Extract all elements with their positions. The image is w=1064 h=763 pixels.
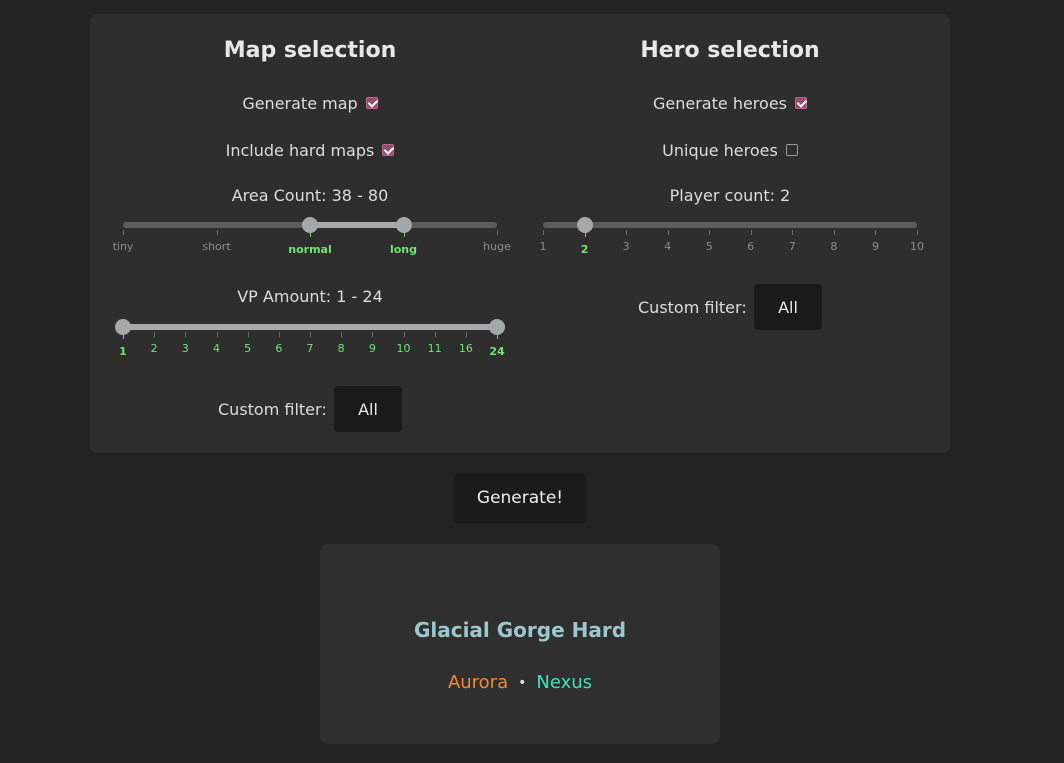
vp-amount-tick-label: 7 (306, 342, 314, 355)
vp-amount-label: VP Amount: 1 - 24 (237, 287, 383, 306)
generate-map-label: Generate map (242, 94, 358, 113)
vp-amount-tick-label: 3 (181, 342, 189, 355)
vp-amount-tick-label: 4 (213, 342, 220, 355)
player-count-tick-label: 7 (788, 240, 796, 253)
hero-selection-heading: Hero selection (640, 38, 820, 63)
unique-heroes-label: Unique heroes (662, 141, 778, 160)
player-count-tick (833, 230, 835, 235)
area-count-tick-label: huge (483, 240, 511, 253)
player-count-tick-label: 6 (747, 240, 755, 253)
result-heroes: Aurora • Nexus (320, 672, 720, 693)
player-count-tick-label: 2 (580, 243, 589, 256)
vp-amount-tick-label: 5 (244, 342, 252, 355)
generate-heroes-option[interactable]: Generate heroes (510, 93, 950, 113)
vp-amount-tick-label: 16 (458, 342, 473, 355)
vp-amount-tick-label: 1 (119, 345, 127, 358)
player-count-tick-label: 10 (910, 240, 924, 253)
area-count-range-fill (310, 222, 404, 228)
area-count-tick-label: tiny (112, 240, 134, 253)
vp-amount-range-fill (123, 324, 497, 330)
vp-amount-tick (341, 332, 343, 337)
include-hard-maps-label: Include hard maps (225, 141, 375, 160)
vp-amount-tick-label: 24 (489, 345, 505, 358)
player-count-handle[interactable] (576, 217, 593, 233)
player-count-track[interactable] (543, 222, 917, 228)
generate-map-option[interactable]: Generate map (90, 93, 530, 113)
area-count-max-handle[interactable] (395, 217, 412, 233)
result-card: Glacial Gorge Hard Aurora • Nexus (320, 544, 720, 744)
settings-panel: Map selection Generate map Include hard … (90, 14, 950, 453)
hero-selection-section: Hero selection Generate heroes Unique he… (530, 14, 950, 453)
generate-heroes-checkbox[interactable] (795, 96, 807, 109)
result-hero-1: Aurora (447, 672, 509, 693)
generate-heroes-label: Generate heroes (653, 94, 787, 113)
vp-amount-tick (216, 332, 218, 337)
vp-amount-max-handle[interactable] (489, 319, 505, 335)
vp-amount-tick (310, 332, 311, 337)
player-count-tick-label: 3 (622, 240, 630, 253)
player-count-tick-label: 5 (705, 240, 713, 253)
map-selection-heading: Map selection (223, 38, 397, 63)
player-count-tick (875, 230, 877, 235)
area-count-min-handle[interactable] (302, 217, 318, 233)
player-count-tick (626, 230, 628, 235)
vp-amount-tick-label: 9 (368, 342, 376, 355)
area-count-tick (497, 230, 498, 235)
vp-amount-min-handle[interactable] (115, 319, 131, 335)
vp-amount-tick-label: 8 (337, 342, 345, 355)
vp-amount-tick-label: 11 (427, 342, 442, 355)
player-count-tick-label: 8 (830, 240, 838, 253)
vp-amount-tick (185, 332, 187, 337)
player-count-tick (917, 230, 918, 235)
area-count-tick-label: normal (288, 243, 332, 256)
vp-amount-tick-label: 10 (396, 342, 411, 355)
separator-dot: • (518, 675, 527, 691)
include-hard-maps-option[interactable]: Include hard maps (90, 140, 530, 160)
player-count-tick (709, 230, 711, 235)
vp-amount-tick (247, 332, 249, 337)
vp-amount-tick (372, 332, 374, 337)
area-count-tick-label: short (202, 240, 231, 253)
player-count-label: Player count: 2 (669, 186, 791, 205)
player-count-tick (543, 230, 544, 235)
vp-amount-tick (434, 332, 436, 337)
player-count-tick (792, 230, 794, 235)
map-filter-button[interactable]: All (334, 386, 402, 432)
hero-filter-button[interactable]: All (754, 284, 822, 330)
vp-amount-tick (154, 332, 156, 337)
result-hero-2: Nexus (536, 672, 593, 693)
player-count-tick-label: 1 (539, 240, 547, 253)
include-hard-maps-checkbox[interactable] (382, 143, 395, 156)
vp-amount-tick (278, 332, 280, 337)
map-selection-section: Map selection Generate map Include hard … (90, 14, 511, 453)
area-count-tick (216, 230, 218, 235)
hero-filter-label: Custom filter: (638, 298, 747, 317)
unique-heroes-checkbox[interactable] (785, 143, 798, 156)
area-count-tick (123, 230, 124, 235)
result-map-name: Glacial Gorge Hard (413, 618, 627, 642)
generate-button[interactable]: Generate! (454, 473, 586, 523)
generate-map-checkbox[interactable] (365, 96, 378, 109)
area-count-label: Area Count: 38 - 80 (231, 186, 389, 205)
player-count-tick (667, 230, 669, 235)
vp-amount-tick-label: 2 (150, 342, 158, 355)
vp-amount-tick (465, 332, 467, 337)
vp-amount-tick-label: 6 (275, 342, 283, 355)
player-count-tick-label: 9 (871, 240, 879, 253)
player-count-tick (750, 230, 752, 235)
unique-heroes-option[interactable]: Unique heroes (510, 140, 950, 160)
map-filter-label: Custom filter: (218, 400, 327, 419)
vp-amount-tick (403, 332, 405, 337)
area-count-tick-label: long (389, 243, 418, 256)
player-count-tick-label: 4 (664, 240, 672, 253)
